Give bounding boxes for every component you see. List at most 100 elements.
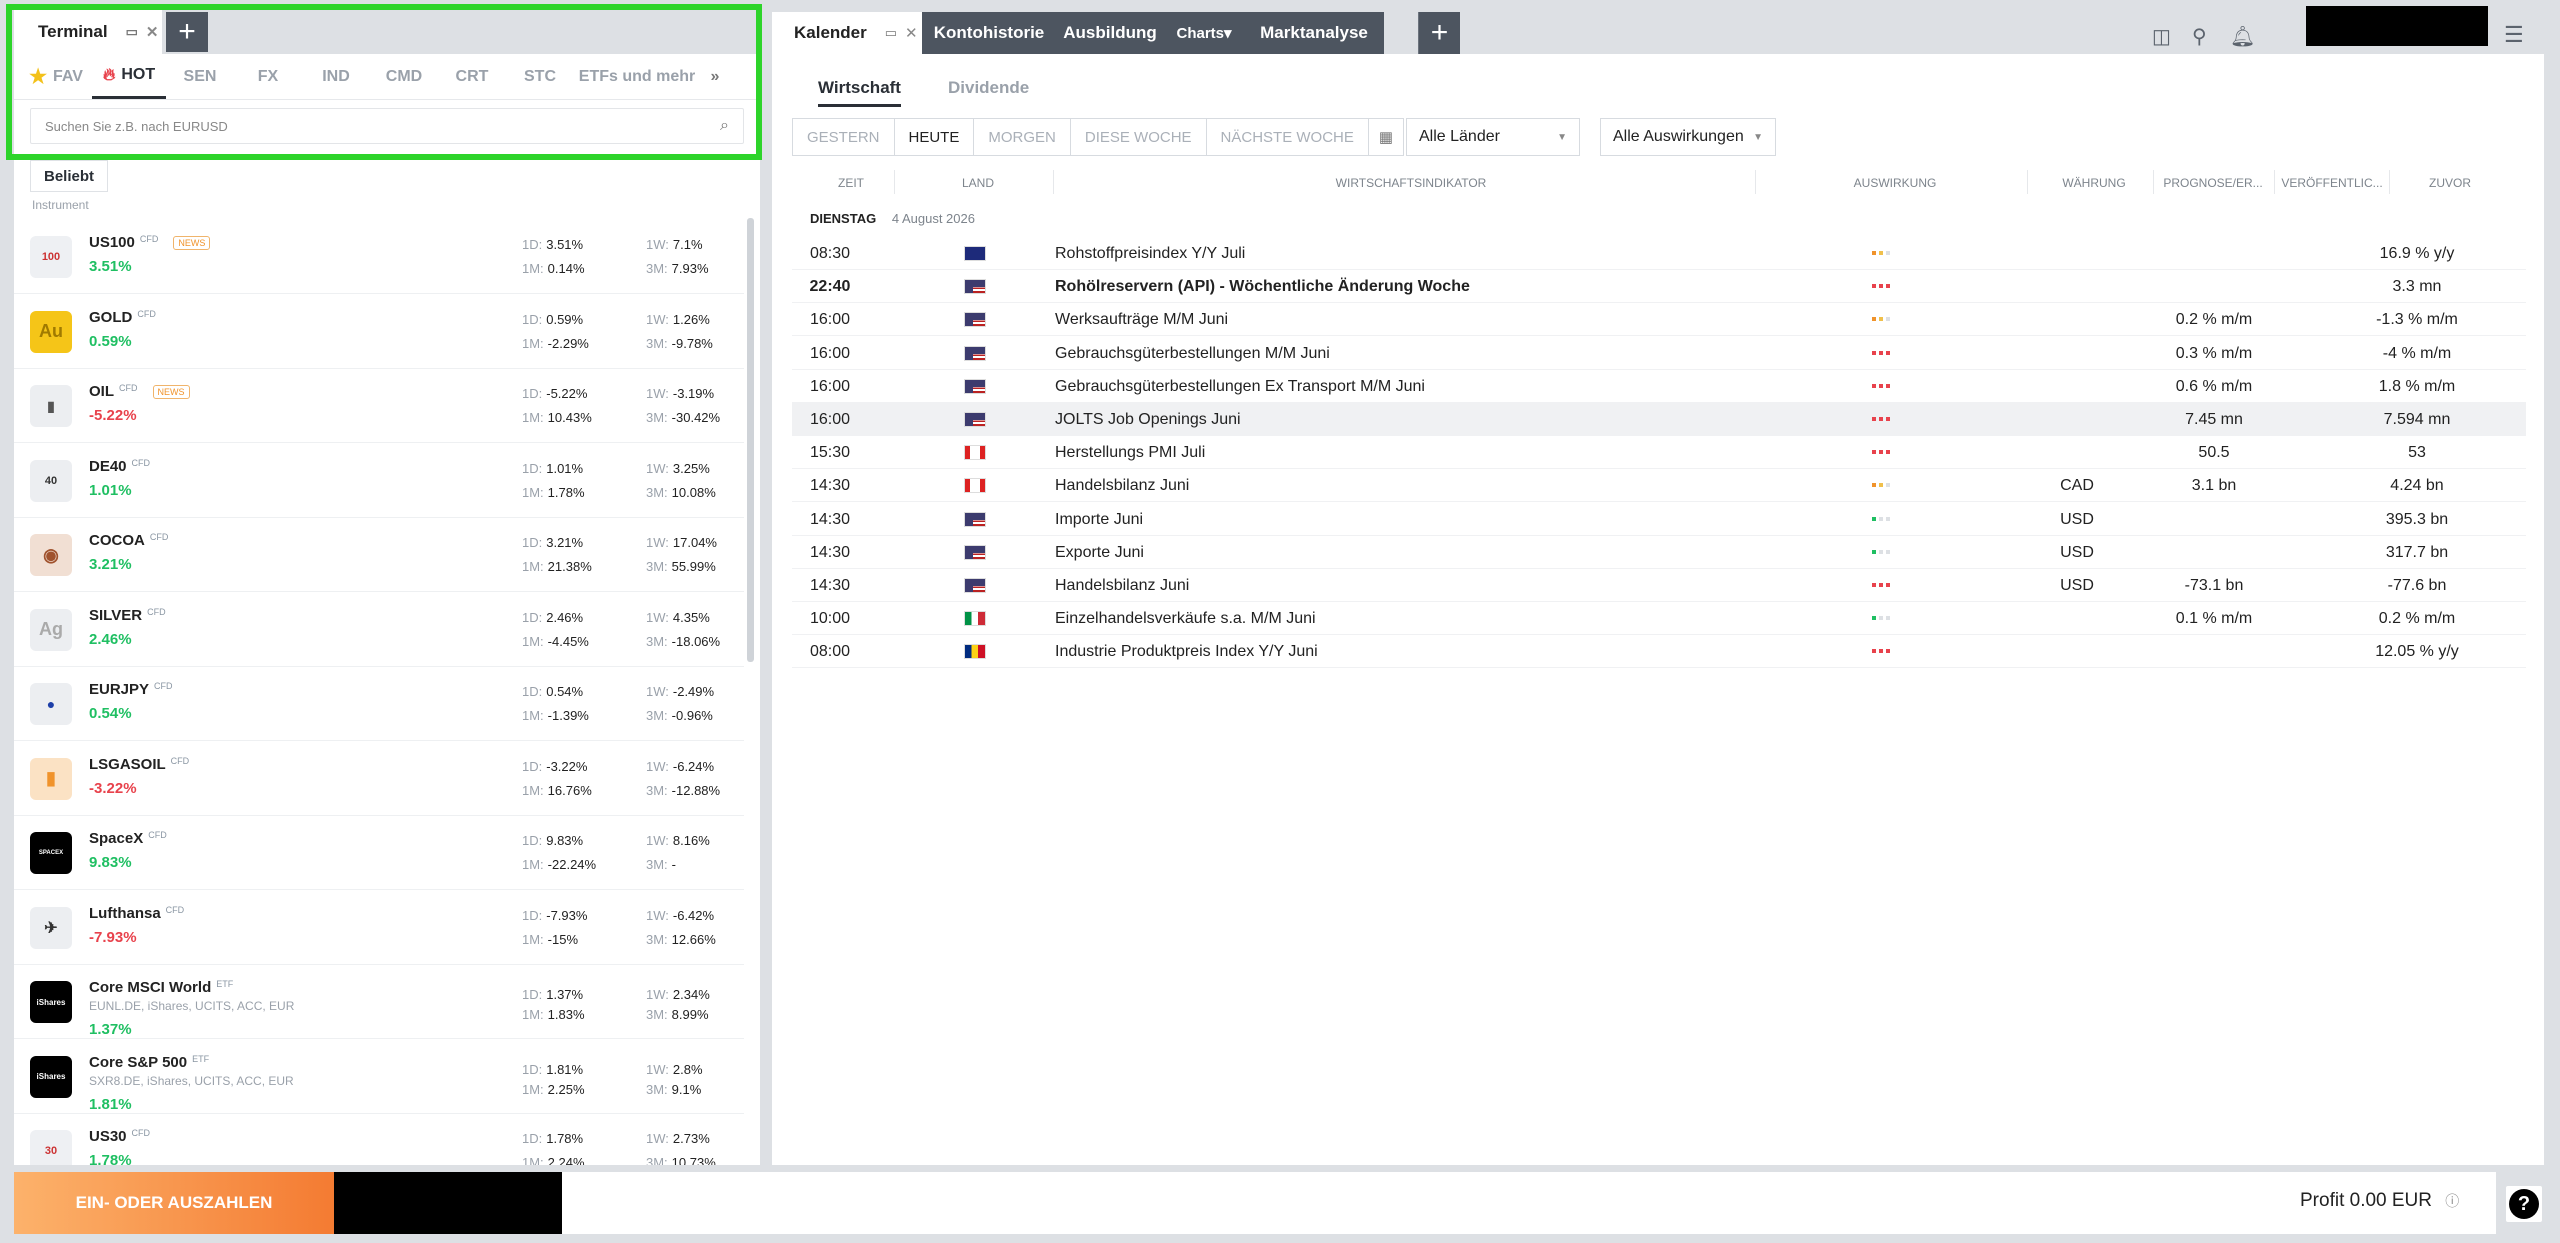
- instrument-type-tag: CFD: [170, 755, 190, 766]
- stat-value: 2.46%: [546, 609, 584, 625]
- search-input[interactable]: Suchen Sie z.B. nach EURUSD ⌕: [30, 108, 744, 144]
- instrument-row[interactable]: ● EURJPY CFD 0.54% 1D: 0.54% 1M: -1.39% 1W: -2.49…: [14, 667, 744, 741]
- instrument-row[interactable]: Ag SILVER CFD 2.46% 1D: 2.46% 1M: -4.45% 1W: 4.35…: [14, 593, 744, 667]
- event-row[interactable]: 14:30 Handelsbilanz Juni USD -73.1 bn -77.6 …: [792, 569, 2526, 602]
- event-previous: 1.8 % m/m: [2378, 377, 2456, 395]
- network-icon[interactable]: ⚲: [2192, 24, 2207, 49]
- col-zeit[interactable]: ZEIT: [792, 176, 910, 190]
- category-sen[interactable]: SEN: [166, 54, 234, 99]
- menu-icon[interactable]: ☰: [2504, 22, 2524, 48]
- instrument-row[interactable]: ▮ LSGASOIL CFD -3.22% 1D: -3.22% 1M: 16.76% 1W: -…: [14, 742, 744, 816]
- tab-marktanalyse[interactable]: Marktanalyse: [1244, 12, 1384, 54]
- scrollbar[interactable]: [747, 218, 754, 662]
- event-row[interactable]: 15:30 Herstellungs PMI Juli 50.5 53: [792, 436, 2526, 470]
- bell-icon[interactable]: 🔔︎: [2230, 24, 2255, 49]
- category-label: FX: [257, 67, 279, 85]
- category-crt[interactable]: CRT: [438, 54, 506, 99]
- col-indikator[interactable]: WIRTSCHAFTSINDIKATOR: [1056, 176, 1766, 190]
- tab-kontohistorie[interactable]: Kontohistorie: [922, 12, 1056, 54]
- category-ind[interactable]: IND: [302, 54, 370, 99]
- instrument-row[interactable]: 30 US30 CFD 1.78% 1D: 1.78% 1M: 2.24% 1W: 2.73% 3M…: [14, 1114, 744, 1165]
- category-fav[interactable]: ★ FAV: [14, 54, 84, 99]
- tab-kalender[interactable]: Kalender ▭ ✕: [772, 12, 922, 54]
- info-icon[interactable]: ⓘ: [2445, 1193, 2459, 1209]
- stat-value: 0.14%: [547, 261, 585, 276]
- country-select[interactable]: Alle Länder ▼: [1406, 118, 1580, 156]
- calendar-icon[interactable]: ▦: [1369, 119, 1403, 155]
- category-etfs[interactable]: ETFs und mehr: [574, 54, 700, 99]
- col-zuvor[interactable]: ZUVOR: [2392, 176, 2508, 190]
- col-veroeffentlicht[interactable]: VERÖFFENTLIC...: [2276, 176, 2388, 190]
- event-row[interactable]: 16:00 Werksaufträge M/M Juni 0.2 % m/m -1.3…: [792, 303, 2526, 337]
- instrument-row[interactable]: iShares Core S&P 500 ETF SXR8.DE, iShares, …: [14, 1040, 744, 1114]
- stat-1w: 1W: -3.19%: [646, 386, 714, 401]
- stat-label: 1W:: [646, 237, 669, 252]
- flag-us-icon: [964, 578, 986, 593]
- event-row[interactable]: 08:00 Industrie Produktpreis Index Y/Y Ju…: [792, 635, 2526, 669]
- instrument-row[interactable]: 40 DE40 CFD 1.01% 1D: 1.01% 1M: 1.78% 1W: 3.25% 3M…: [14, 444, 744, 518]
- deposit-withdraw-button[interactable]: EIN- ODER AUSZAHLEN: [14, 1172, 334, 1234]
- close-icon[interactable]: ✕: [905, 24, 918, 42]
- scroll-right-icon[interactable]: »: [700, 54, 730, 99]
- subtab-dividende[interactable]: Dividende: [948, 78, 1029, 98]
- day-heute[interactable]: HEUTE: [895, 119, 975, 155]
- instrument-name: OIL CFD NEWS: [89, 383, 190, 400]
- event-row[interactable]: 16:00 Gebrauchsgüterbestellungen Ex Trans…: [792, 370, 2526, 403]
- col-land[interactable]: LAND: [900, 176, 1056, 190]
- event-row[interactable]: 22:40 Rohölreservern (API) - Wöchentliche…: [792, 270, 2526, 304]
- event-row[interactable]: 16:00 JOLTS Job Openings Juni 7.45 mn 7.594…: [792, 403, 2526, 436]
- stat-3m: 3M: 8.99%: [646, 1007, 709, 1022]
- window-icon[interactable]: ▭: [885, 25, 897, 41]
- add-tab-button[interactable]: +: [1418, 12, 1460, 54]
- instrument-row[interactable]: ✈ Lufthansa CFD -7.93% 1D: -7.93% 1M: -15% 1W: -6…: [14, 891, 744, 965]
- event-row[interactable]: 14:30 Exporte Juni USD 317.7 bn: [792, 536, 2526, 569]
- day-diese-woche[interactable]: DIESE WOCHE: [1071, 119, 1207, 155]
- category-fx[interactable]: FX: [234, 54, 302, 99]
- category-label: SEN: [183, 67, 217, 85]
- sidebar-toggle-icon[interactable]: ◫: [2152, 24, 2171, 49]
- instrument-row[interactable]: ◉ COCOA CFD 3.21% 1D: 3.21% 1M: 21.38% 1W: 17.04%…: [14, 518, 744, 592]
- category-stc[interactable]: STC: [506, 54, 574, 99]
- category-cmd[interactable]: CMD: [370, 54, 438, 99]
- col-auswirkung[interactable]: AUSWIRKUNG: [1760, 176, 2030, 190]
- subtab-wirtschaft[interactable]: Wirtschaft: [818, 78, 901, 107]
- instrument-row[interactable]: SPACEX SpaceX CFD 9.83% 1D: 9.83% 1M: -22.24% 1W…: [14, 816, 744, 890]
- day-naechste-woche[interactable]: NÄCHSTE WOCHE: [1207, 119, 1369, 155]
- stat-label: 1M:: [522, 633, 544, 649]
- tab-charts[interactable]: Charts▾: [1164, 12, 1244, 54]
- instrument-row[interactable]: Au GOLD CFD 0.59% 1D: 0.59% 1M: -2.29% 1W: 1.26% 3…: [14, 295, 744, 369]
- stat-value: -30.42%: [671, 410, 721, 425]
- event-previous: 395.3 bn: [2385, 510, 2449, 528]
- tab-terminal[interactable]: Terminal ▭ ✕: [14, 10, 162, 54]
- close-icon[interactable]: ✕: [146, 23, 159, 41]
- flag-us-icon: [964, 312, 986, 328]
- search-icon: ⌕: [720, 117, 729, 134]
- day-gestern[interactable]: GESTERN: [793, 119, 895, 155]
- sort-button[interactable]: Beliebt: [30, 160, 108, 192]
- instrument-icon: 30: [30, 1130, 72, 1165]
- col-divider: [894, 170, 895, 194]
- window-icon[interactable]: ▭: [126, 24, 138, 40]
- help-button[interactable]: ?: [2506, 1186, 2542, 1222]
- instrument-row[interactable]: iShares Core MSCI World ETF EUNL.DE, iShare…: [14, 965, 744, 1039]
- event-row[interactable]: 08:30 Rohstoffpreisindex Y/Y Juli 16.9 % y…: [792, 237, 2526, 270]
- col-waehrung[interactable]: WÄHRUNG: [2030, 176, 2158, 190]
- category-hot[interactable]: 🔥︎ HOT: [92, 54, 166, 99]
- event-row[interactable]: 10:00 Einzelhandelsverkäufe s.a. M/M Juni…: [792, 602, 2526, 636]
- event-row[interactable]: 14:30 Handelsbilanz Juni CAD 3.1 bn 4.24 bn: [792, 469, 2526, 503]
- instrument-name-text: US30: [89, 1128, 127, 1145]
- impact-select[interactable]: Alle Auswirkungen ▼: [1600, 118, 1776, 156]
- event-time: 16:00: [809, 344, 851, 362]
- event-row[interactable]: 14:30 Importe Juni USD 395.3 bn: [792, 503, 2526, 536]
- tab-ausbildung[interactable]: Ausbildung: [1056, 12, 1164, 54]
- stat-value: -: [671, 857, 677, 872]
- stat-label: 1M:: [522, 782, 544, 798]
- col-divider: [2389, 170, 2390, 194]
- day-morgen[interactable]: MORGEN: [974, 119, 1071, 155]
- event-row[interactable]: 16:00 Gebrauchsgüterbestellungen M/M Juni…: [792, 337, 2526, 370]
- add-tab-button[interactable]: +: [166, 12, 208, 52]
- instrument-row[interactable]: 100 US100 CFD NEWS 3.51% 1D: 3.51% 1M: 0.14% 1W: 7…: [14, 220, 744, 294]
- instrument-row[interactable]: ▮ OIL CFD NEWS -5.22% 1D: -5.22% 1M: 10.43% 1W: -3…: [14, 369, 744, 443]
- col-prognose[interactable]: PROGNOSE/ER...: [2156, 176, 2270, 190]
- stat-1m: 1M: -4.45%: [522, 634, 589, 649]
